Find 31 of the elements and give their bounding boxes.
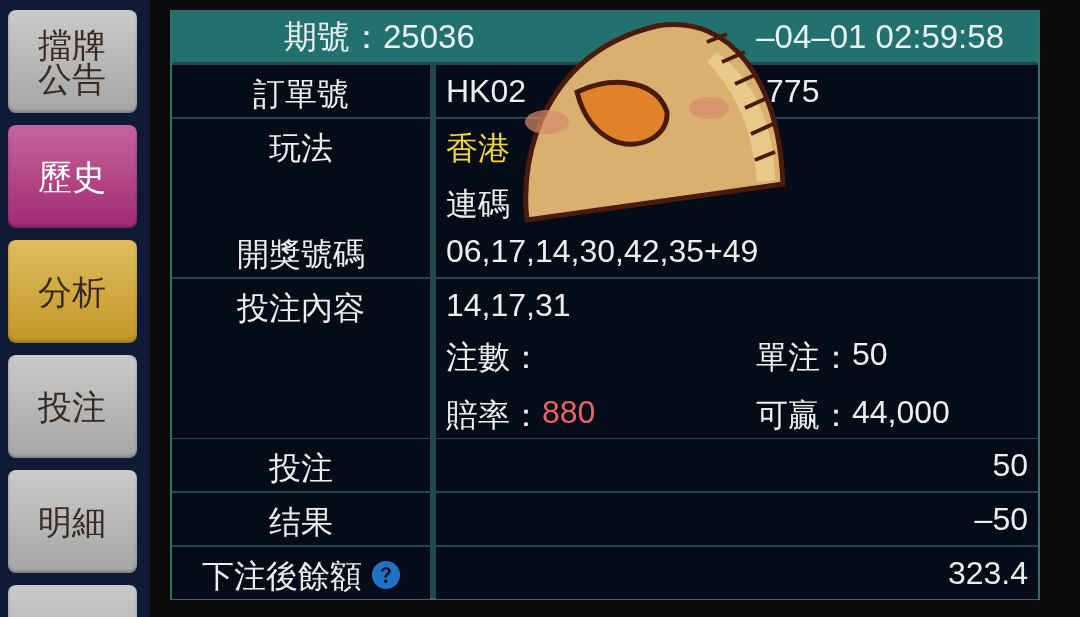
amount-value: –50 [974, 501, 1028, 538]
game-type: 連碼 [446, 185, 510, 224]
row-label: 结果 [269, 503, 333, 542]
row-label: 下注後餘額 [202, 557, 362, 596]
stat-label: 可贏： [756, 396, 852, 435]
row-label: 訂單號 [253, 75, 349, 114]
amount-value: 323.4 [947, 555, 1028, 592]
stat-value: 880 [542, 394, 596, 432]
stat-label: 注數： [446, 338, 542, 377]
period-number: 期號：25036 [284, 16, 475, 57]
sidebar-button[interactable]: 擋牌公告 [8, 10, 137, 113]
stat-value: 50 [852, 336, 888, 374]
sidebar-button[interactable]: 投注 [8, 355, 137, 458]
value-text: HK02 [446, 73, 527, 110]
row-label: 投注內容 [237, 289, 365, 328]
row-label: 玩法 [269, 129, 333, 168]
game-name: 香港 [446, 129, 510, 168]
amount-value: 50 [992, 447, 1028, 484]
value-text: 06,17,14,30,42,35+49 [446, 233, 759, 270]
bet-numbers: 14,17,31 [446, 287, 571, 324]
row-label: 投注 [269, 449, 333, 488]
stat-value: 44,000 [852, 394, 950, 432]
value-text: 775 [766, 73, 820, 110]
sidebar-button[interactable]: 明細 [8, 470, 137, 573]
order-time: –04–01 02:59:58 [756, 18, 1004, 56]
row-label: 開獎號碼 [237, 235, 365, 274]
sidebar-button[interactable]: 分析 [8, 240, 137, 343]
stat-label: 賠率： [446, 396, 542, 435]
help-icon[interactable] [372, 561, 400, 589]
stat-label: 單注： [756, 338, 852, 377]
sidebar-button[interactable]: 歷史 [8, 125, 137, 228]
